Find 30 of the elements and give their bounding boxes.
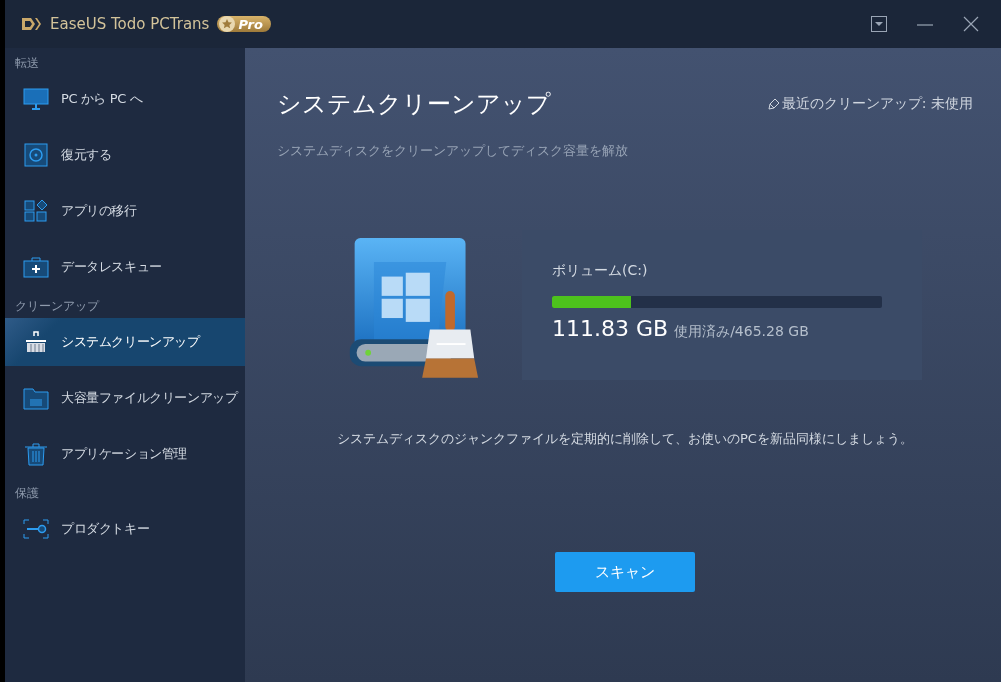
key-icon (23, 517, 49, 541)
dropdown-icon[interactable] (871, 16, 887, 32)
logo-icon (20, 16, 42, 32)
sidebar-item[interactable]: PC から PC へ (5, 75, 245, 123)
volume-name: ボリューム(C:) (552, 262, 649, 280)
page-title: システムクリーンアップ (277, 89, 551, 120)
sidebar-item[interactable]: システムクリーンアップ (5, 318, 245, 366)
monitor-icon (23, 87, 49, 111)
sidebar-item[interactable]: 大容量ファイルクリーンアップ (5, 374, 245, 422)
last-cleanup-status: 最近のクリーンアップ: 未使用 (781, 95, 973, 113)
sidebar-item[interactable]: アプリケーション管理 (5, 430, 245, 478)
section-heading: 転送 (14, 55, 40, 72)
pro-badge: Pro (217, 16, 271, 32)
total-size: 使用済み/465.28 GB (674, 323, 809, 341)
trash-icon (23, 442, 49, 466)
close-icon[interactable] (963, 16, 979, 32)
app-title: EaseUS Todo PCTrans (50, 15, 210, 33)
used-size: 111.83 GB (552, 316, 669, 341)
sidebar-item[interactable]: プロダクトキー (5, 505, 245, 553)
medical-kit-icon (23, 255, 49, 279)
section-heading: 保護 (14, 485, 40, 502)
star-icon (219, 16, 236, 32)
folder-icon (23, 386, 49, 410)
sidebar-item[interactable]: 復元する (5, 131, 245, 179)
apps-icon (23, 199, 49, 223)
sidebar-item[interactable]: データレスキュー (5, 243, 245, 291)
sidebar-item[interactable]: アプリの移行 (5, 187, 245, 235)
section-heading: クリーンアップ (14, 298, 101, 315)
page-subtitle: システムディスクをクリーンアップしてディスク容量を解放 (277, 142, 629, 160)
hint-text: システムディスクのジャンクファイルを定期的に削除して、お使いのPCを新品同様にしましょう。 (336, 430, 914, 448)
